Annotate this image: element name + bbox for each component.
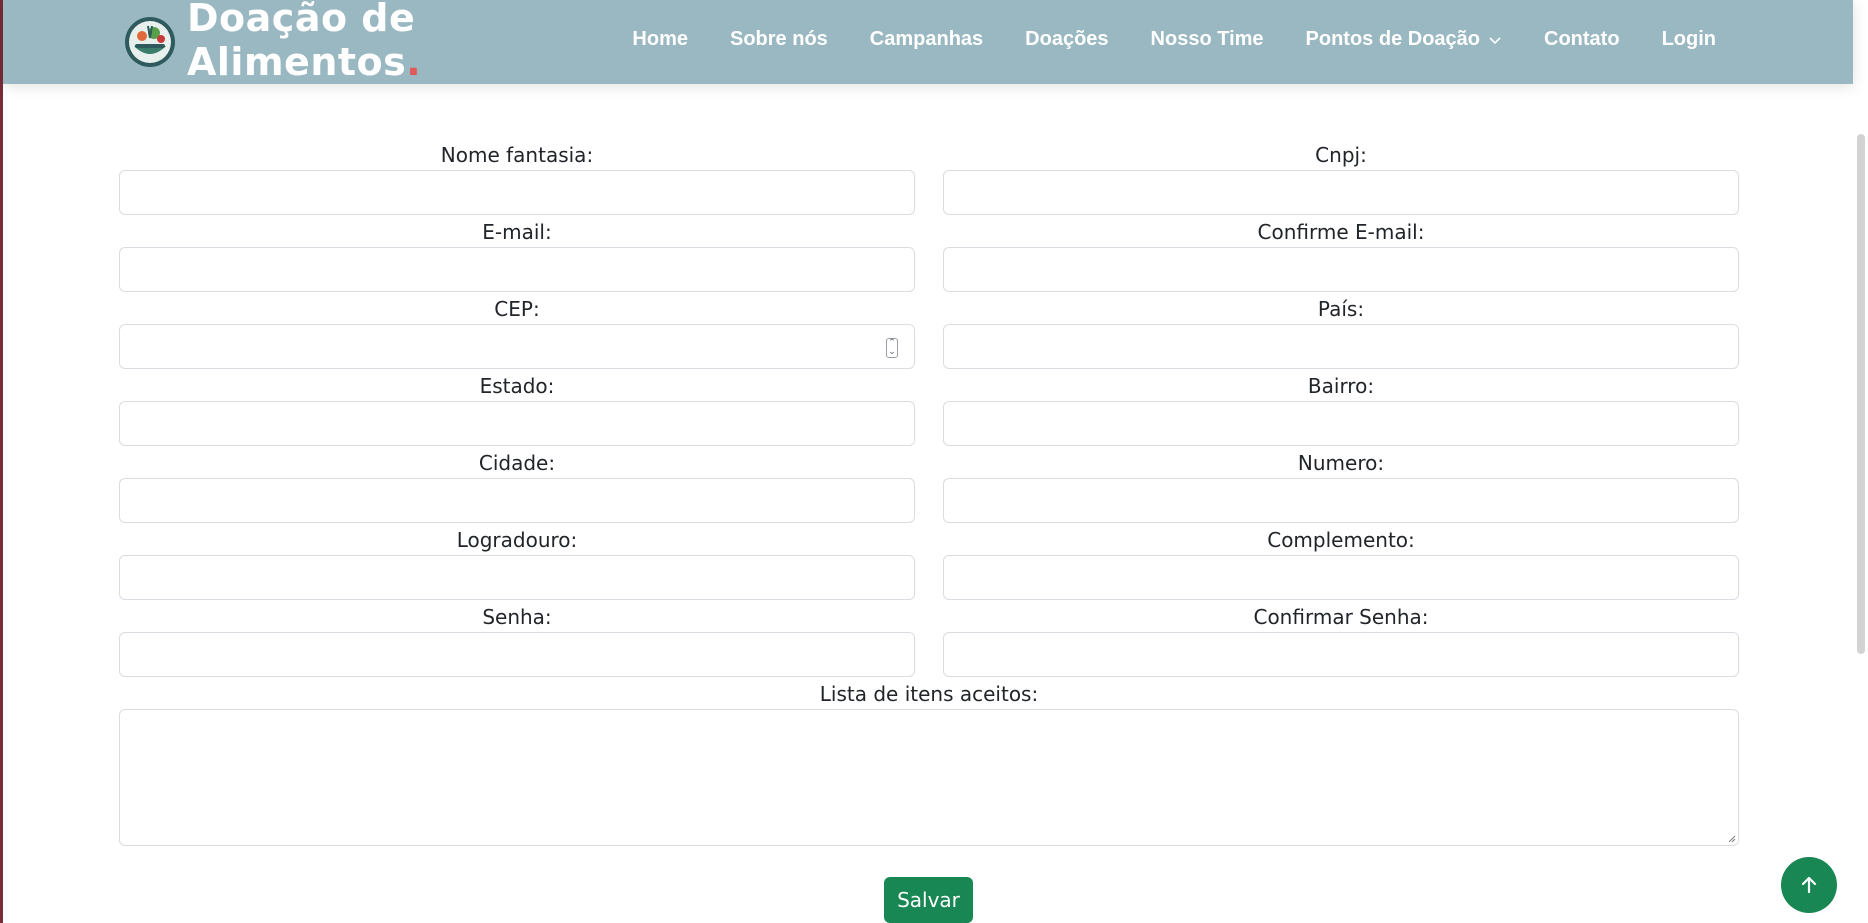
email-input[interactable] <box>119 247 915 292</box>
complemento-input[interactable] <box>943 555 1739 600</box>
brand-dot: . <box>406 40 422 84</box>
nav-contato[interactable]: Contato <box>1523 24 1641 55</box>
form-row: Cidade: Numero: <box>119 446 1739 523</box>
confirm-email-input[interactable] <box>943 247 1739 292</box>
scrollbar-thumb[interactable] <box>1857 134 1865 654</box>
form-row: Senha: Confirmar Senha: <box>119 600 1739 677</box>
brand-line-2: Alimentos <box>187 40 407 84</box>
nav-nosso-time[interactable]: Nosso Time <box>1130 24 1285 55</box>
field-pais: País: <box>943 292 1739 369</box>
nav-sobre-nos[interactable]: Sobre nós <box>709 24 849 55</box>
field-cep: CEP: ⌃ ⌄ <box>119 292 915 369</box>
field-logradouro: Logradouro: <box>119 523 915 600</box>
number-spinner-icon[interactable]: ⌃ ⌄ <box>886 338 898 358</box>
label-cep: CEP: <box>494 297 540 321</box>
field-complemento: Complemento: <box>943 523 1739 600</box>
nome-fantasia-input[interactable] <box>119 170 915 215</box>
nav-home[interactable]: Home <box>611 24 709 55</box>
estado-input[interactable] <box>119 401 915 446</box>
label-nome-fantasia: Nome fantasia: <box>440 143 594 167</box>
label-estado: Estado: <box>479 374 555 398</box>
nav-campanhas[interactable]: Campanhas <box>849 24 1004 55</box>
field-senha: Senha: <box>119 600 915 677</box>
label-logradouro: Logradouro: <box>456 528 578 552</box>
nav-login[interactable]: Login <box>1641 24 1737 55</box>
field-email: E-mail: <box>119 215 915 292</box>
field-numero: Numero: <box>943 446 1739 523</box>
nav-doacoes[interactable]: Doações <box>1004 24 1129 55</box>
label-email: E-mail: <box>482 220 552 244</box>
save-button[interactable]: Salvar <box>884 877 973 923</box>
field-itens-aceitos: Lista de itens aceitos: <box>119 677 1739 846</box>
field-nome-fantasia: Nome fantasia: <box>119 138 915 215</box>
main-nav: Home Sobre nós Campanhas Doações Nosso T… <box>611 24 1737 55</box>
logradouro-input[interactable] <box>119 555 915 600</box>
label-senha: Senha: <box>482 605 552 629</box>
label-bairro: Bairro: <box>1307 374 1375 398</box>
label-cnpj: Cnpj: <box>1315 143 1367 167</box>
brand-line-1: Doação de <box>187 0 416 40</box>
field-cidade: Cidade: <box>119 446 915 523</box>
form-row: Nome fantasia: Cnpj: <box>119 138 1739 215</box>
field-estado: Estado: <box>119 369 915 446</box>
arrow-up-icon <box>1801 876 1817 894</box>
senha-input[interactable] <box>119 632 915 677</box>
confirmar-senha-input[interactable] <box>943 632 1739 677</box>
label-complemento: Complemento: <box>1267 528 1415 552</box>
field-cnpj: Cnpj: <box>943 138 1739 215</box>
cep-input[interactable]: ⌃ ⌄ <box>119 324 915 369</box>
label-confirm-email: Confirme E-mail: <box>1257 220 1425 244</box>
pais-input[interactable] <box>943 324 1739 369</box>
cnpj-input[interactable] <box>943 170 1739 215</box>
field-confirm-email: Confirme E-mail: <box>943 215 1739 292</box>
resize-grip-icon[interactable] <box>1726 833 1736 843</box>
chevron-down-icon <box>1489 36 1501 44</box>
form-row: Logradouro: Complemento: <box>119 523 1739 600</box>
label-cidade: Cidade: <box>478 451 556 475</box>
nav-pontos-label: Pontos de Doação <box>1305 28 1481 50</box>
bairro-input[interactable] <box>943 401 1739 446</box>
registration-form: Nome fantasia: Cnpj: E-mail: Confirme E-… <box>119 138 1739 846</box>
brand-title[interactable]: Doação de Alimentos. <box>187 0 421 84</box>
cidade-input[interactable] <box>119 478 915 523</box>
itens-aceitos-textarea[interactable] <box>119 709 1739 846</box>
numero-input[interactable] <box>943 478 1739 523</box>
form-row: CEP: ⌃ ⌄ País: <box>119 292 1739 369</box>
site-header: Doação de Alimentos. Home Sobre nós Camp… <box>3 0 1853 84</box>
back-to-top-button[interactable] <box>1781 857 1837 913</box>
label-pais: País: <box>1317 297 1365 321</box>
form-row: Estado: Bairro: <box>119 369 1739 446</box>
form-row: E-mail: Confirme E-mail: <box>119 215 1739 292</box>
label-itens-aceitos: Lista de itens aceitos: <box>819 682 1039 706</box>
nav-pontos-de-doacao[interactable]: Pontos de Doação <box>1285 24 1523 55</box>
label-numero: Numero: <box>1297 451 1385 475</box>
window-left-edge <box>0 0 3 923</box>
page-scrollbar[interactable] <box>1853 0 1868 923</box>
food-basket-logo-icon[interactable] <box>124 16 176 68</box>
field-confirmar-senha: Confirmar Senha: <box>943 600 1739 677</box>
label-confirmar-senha: Confirmar Senha: <box>1253 605 1429 629</box>
field-bairro: Bairro: <box>943 369 1739 446</box>
